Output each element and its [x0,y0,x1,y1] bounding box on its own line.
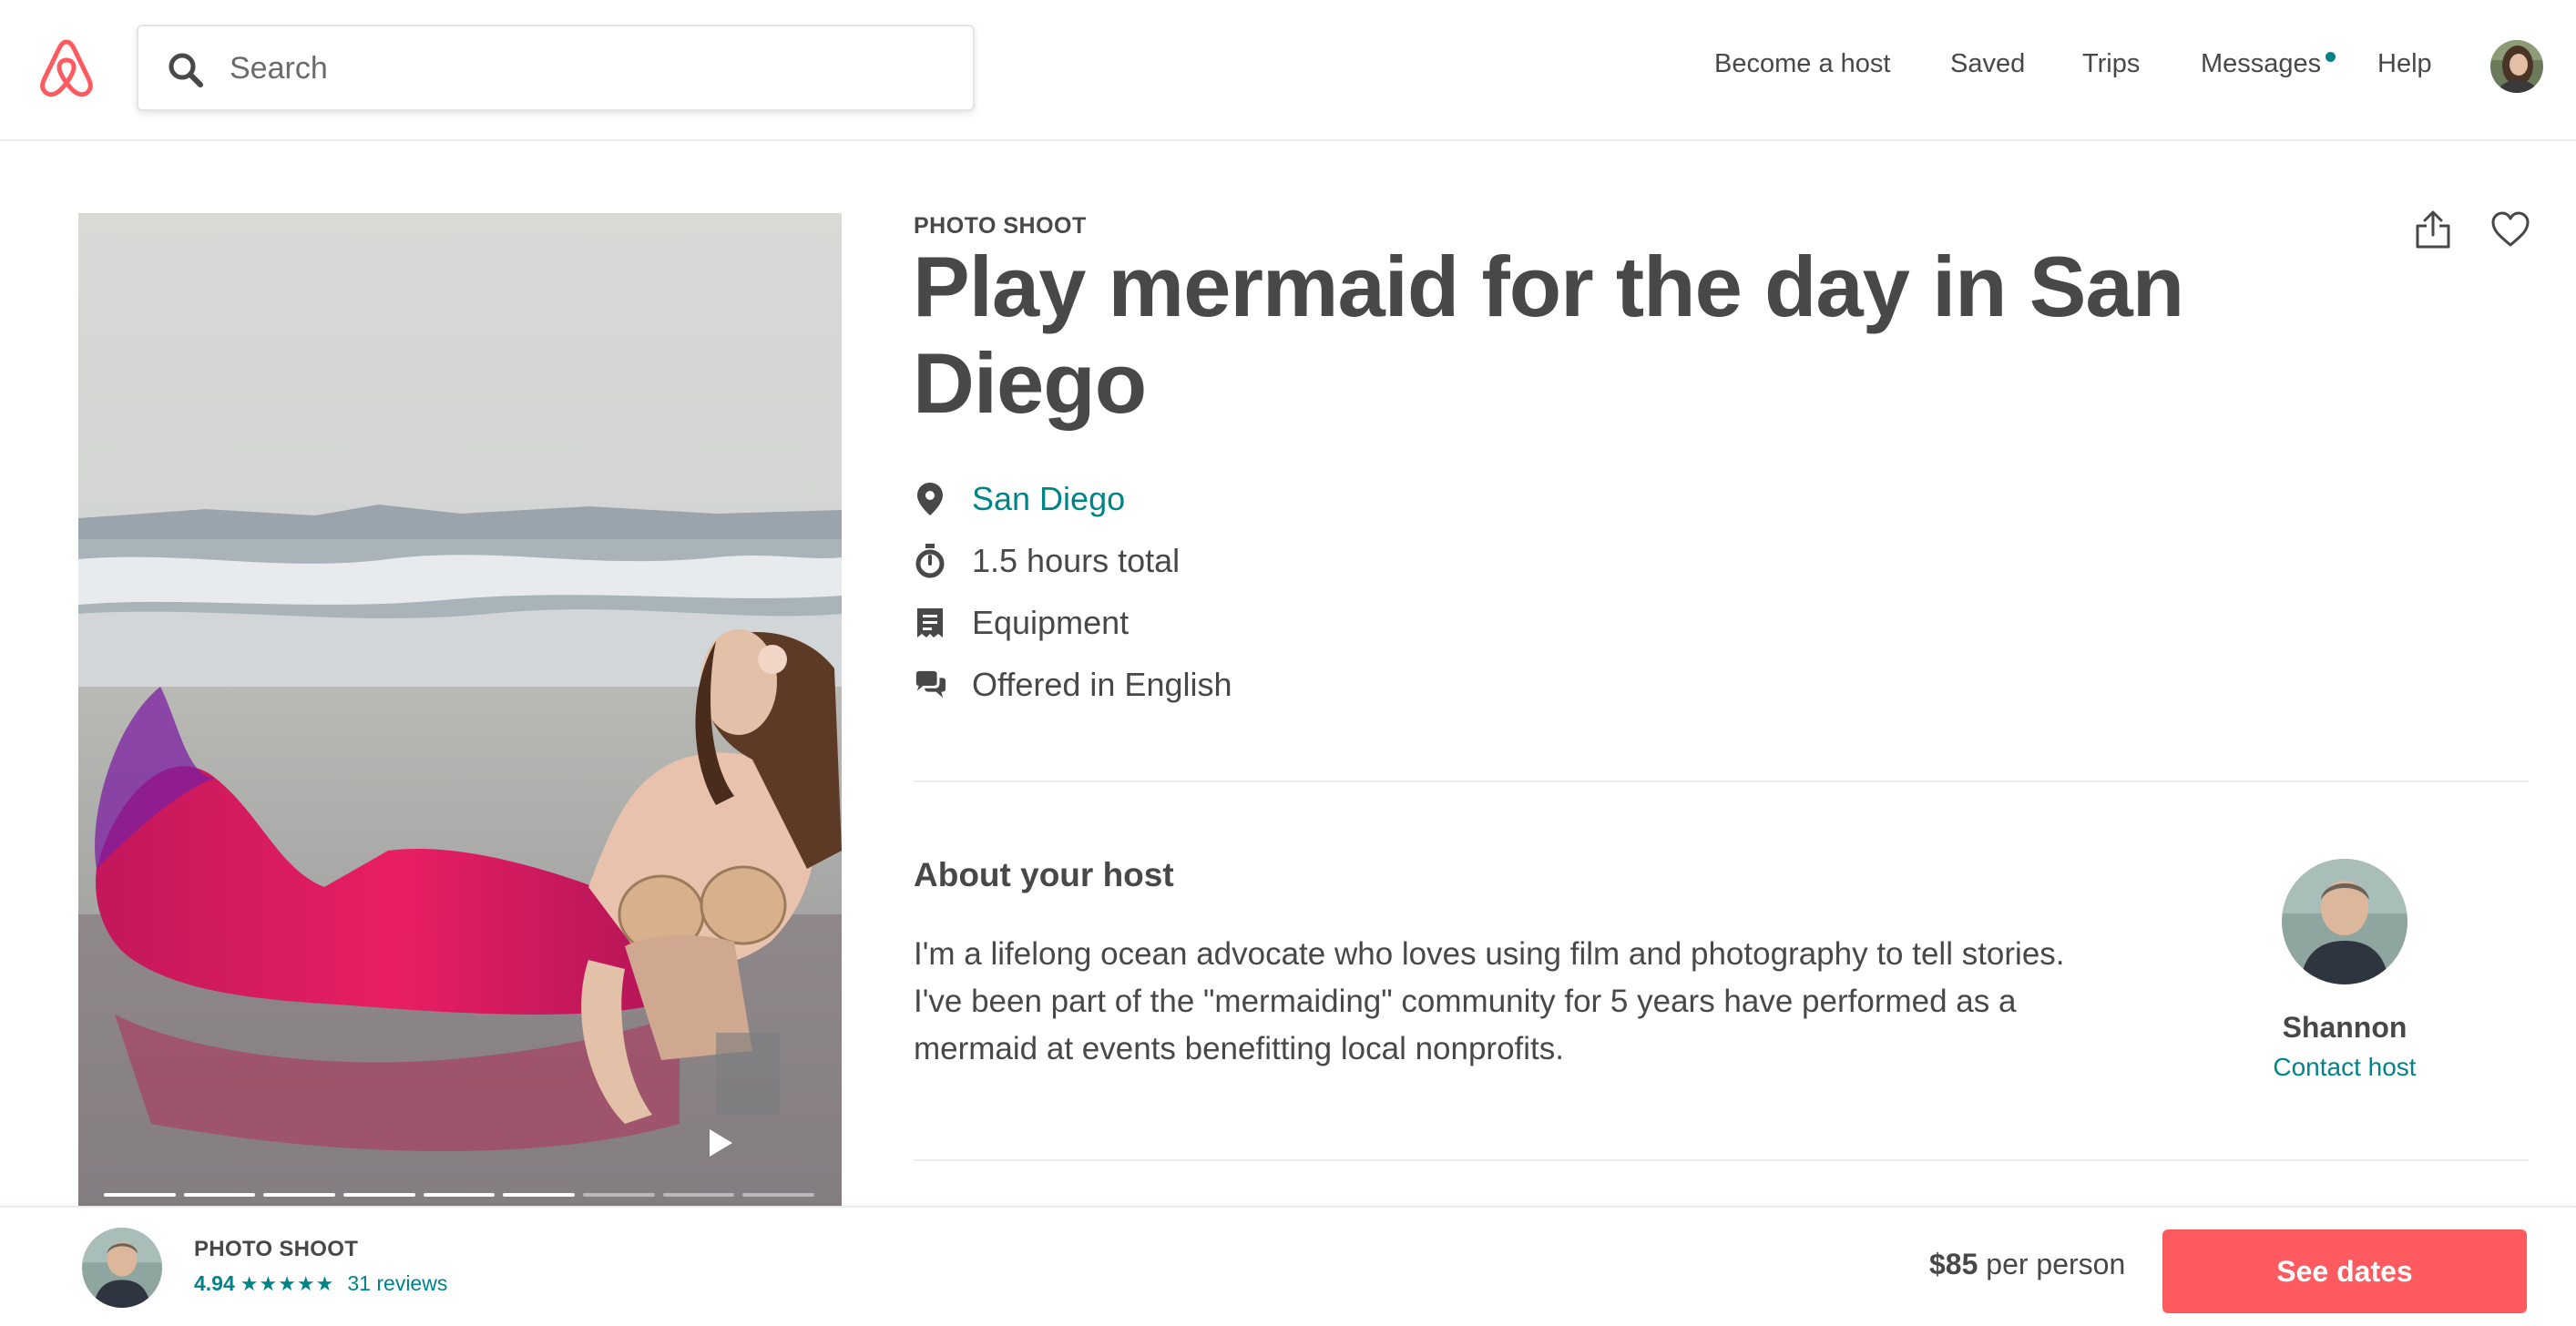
slide-indicator[interactable] [662,1193,735,1197]
page-title: Play mermaid for the day in San Diego [913,239,2184,431]
star-icons: ★★★★★ [240,1271,335,1295]
airbnb-logo-icon[interactable] [36,36,97,98]
receipt-icon [914,605,946,641]
see-dates-button[interactable]: See dates [2162,1229,2527,1313]
unread-messages-dot [2326,52,2336,62]
experience-photo[interactable] [78,213,842,1206]
section-divider [914,1159,2529,1161]
equipment-text: Equipment [972,604,1130,641]
nav-help[interactable]: Help [2377,49,2432,79]
duration-text: 1.5 hours total [972,542,1181,579]
detail-location: San Diego [914,479,1125,519]
slideshow-progress [104,1193,815,1198]
price: $85 per person [1929,1248,2125,1281]
slide-indicator[interactable] [263,1193,336,1197]
host-name: Shannon [2282,1011,2407,1044]
contact-host-link[interactable]: Contact host [2235,1053,2454,1082]
slide-indicator[interactable] [742,1193,815,1197]
slide-indicator[interactable] [104,1193,176,1197]
about-host-heading: About your host [914,856,1174,893]
nav-trips[interactable]: Trips [2082,49,2140,79]
user-avatar[interactable] [2490,40,2543,93]
search-icon [166,50,206,90]
booking-bar-category: PHOTO SHOOT [194,1237,359,1261]
rating-score: 4.94 [194,1271,235,1295]
booking-bar: PHOTO SHOOT 4.94 ★★★★★ 31 reviews $85 pe… [0,1206,2576,1326]
language-text: Offered in English [972,666,1232,703]
search-input[interactable] [230,43,940,94]
detail-equipment: Equipment [914,603,1129,643]
detail-duration: 1.5 hours total [914,541,1180,581]
share-icon[interactable] [2414,209,2452,250]
nav-messages[interactable]: Messages [2201,49,2321,79]
nav-saved[interactable]: Saved [1950,49,2025,79]
slide-indicator[interactable] [583,1193,655,1197]
experience-category: PHOTO SHOOT [914,213,1087,239]
search-bar[interactable] [137,25,975,111]
location-pin-icon [914,481,946,517]
top-header: Become a host Saved Trips Messages Help [0,0,2576,141]
host-bio: I'm a lifelong ocean advocate who loves … [914,936,2065,1066]
price-unit: per person [1986,1248,2126,1280]
play-icon[interactable] [707,1127,734,1158]
price-amount: $85 [1929,1248,1978,1280]
detail-language: Offered in English [914,665,1232,705]
review-count[interactable]: 31 reviews [347,1271,447,1296]
stopwatch-icon [914,543,946,579]
rating-summary[interactable]: 4.94 ★★★★★ 31 reviews [194,1271,447,1296]
slide-indicator[interactable] [343,1193,415,1197]
chat-bubbles-icon [914,667,946,703]
slide-indicator[interactable] [183,1193,256,1197]
host-avatar-small [82,1228,162,1308]
slide-indicator[interactable] [423,1193,496,1197]
nav-become-host[interactable]: Become a host [1714,49,1890,79]
location-link[interactable]: San Diego [972,479,1125,519]
section-divider [914,780,2529,782]
slide-indicator[interactable] [503,1193,576,1197]
host-avatar[interactable] [2282,859,2407,984]
heart-icon[interactable] [2490,211,2530,248]
